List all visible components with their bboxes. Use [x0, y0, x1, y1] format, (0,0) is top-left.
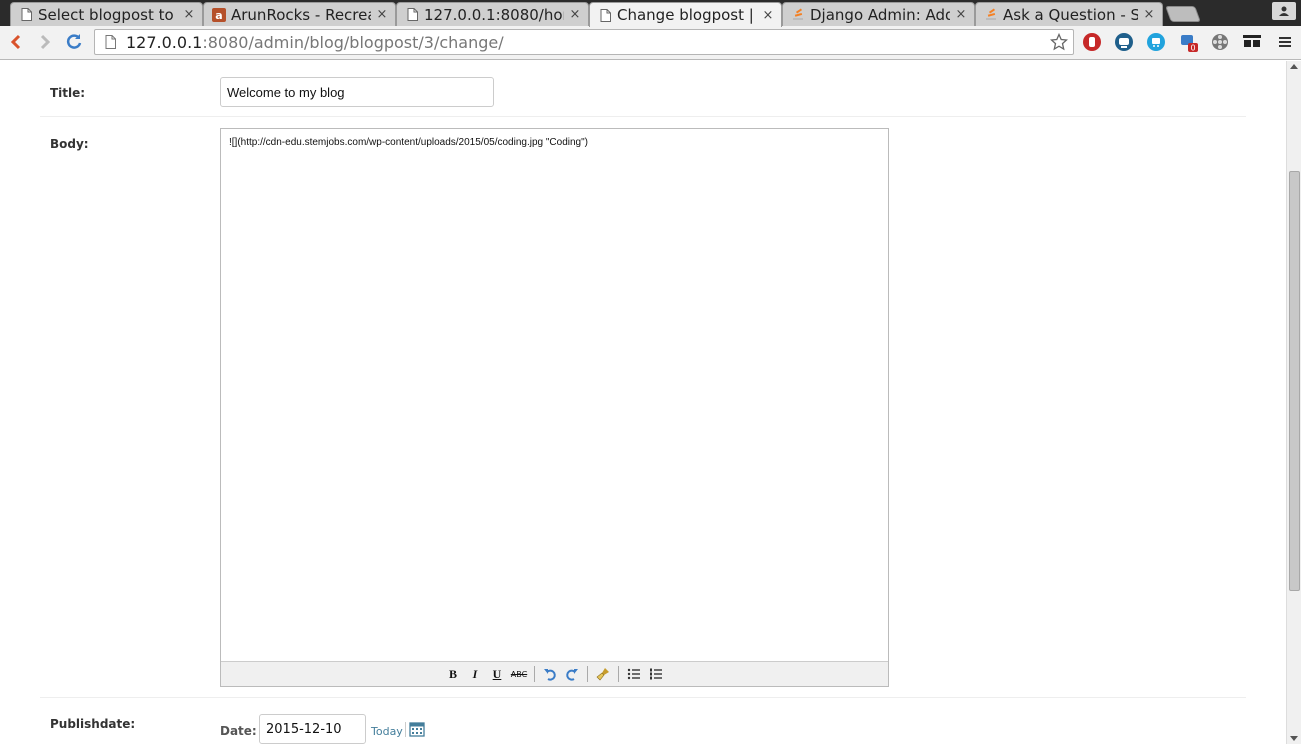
close-icon[interactable]: ×	[1142, 7, 1156, 22]
calendar-icon[interactable]	[409, 721, 425, 737]
forward-arrow-icon	[40, 34, 51, 50]
strikethrough-button[interactable]: ABC	[509, 664, 529, 684]
underline-button[interactable]: U	[487, 664, 507, 684]
page-icon	[405, 8, 419, 22]
bullet-list-icon	[627, 668, 640, 680]
form-row-body: Body: ![](http://cdn-edu.stemjobs.com/wp…	[40, 120, 1246, 698]
tab-select-blogpost[interactable]: Select blogpost to cl ×	[10, 2, 203, 26]
tab-strip: Select blogpost to cl × a ArunRocks - Re…	[0, 0, 1301, 27]
svg-text:a: a	[215, 9, 222, 22]
divider	[405, 722, 406, 737]
url-host: 127.0.0.1	[126, 32, 203, 52]
back-arrow-icon	[10, 34, 21, 50]
tab-title: Change blogpost | D	[617, 6, 757, 24]
train-icon[interactable]	[1114, 32, 1134, 52]
undo-icon	[544, 669, 556, 681]
profile-icon[interactable]	[1272, 2, 1296, 20]
redo-icon	[566, 669, 578, 681]
forward-button[interactable]	[34, 31, 56, 53]
numbered-list-button[interactable]	[646, 664, 666, 684]
browser-toolbar: 127.0.0.1:8080/admin/blog/blogpost/3/cha…	[0, 26, 1301, 60]
page-icon	[598, 8, 612, 22]
bullet-list-button[interactable]	[624, 664, 644, 684]
page-content: Title: Welcome to my blog Body: ![](http…	[0, 61, 1286, 744]
editor-toolbar: B I U ABC	[221, 661, 888, 686]
numbered-list-icon	[650, 668, 662, 680]
tab-change-blogpost[interactable]: Change blogpost | D ×	[589, 2, 782, 27]
italic-button[interactable]: I	[465, 664, 485, 684]
body-label: Body:	[50, 137, 89, 151]
bold-button[interactable]: B	[443, 664, 463, 684]
today-link[interactable]: Today	[371, 725, 403, 738]
address-bar[interactable]: 127.0.0.1:8080/admin/blog/blogpost/3/cha…	[94, 29, 1074, 55]
glasses-icon[interactable]	[1242, 32, 1262, 52]
form-row-publishdate: Publishdate: Date: 2015-12-10 Today	[40, 699, 1246, 744]
toolbar-divider	[587, 666, 588, 682]
extension-badge-count: 0	[1190, 44, 1195, 53]
tab-title: Ask a Question - Sta	[1003, 5, 1138, 24]
broom-icon	[596, 668, 609, 681]
menu-icon[interactable]	[1275, 32, 1295, 52]
adblock-icon[interactable]	[1082, 32, 1102, 52]
close-icon[interactable]: ×	[375, 7, 389, 22]
title-input[interactable]: Welcome to my blog	[220, 77, 494, 107]
back-button[interactable]	[5, 31, 27, 53]
publishdate-label: Publishdate:	[50, 717, 136, 731]
url-path: :8080/admin/blog/blogpost/3/change/	[202, 32, 504, 52]
reload-icon	[66, 34, 82, 49]
toolbar-divider	[618, 666, 619, 682]
reload-button[interactable]	[63, 31, 85, 53]
scrollbar-thumb[interactable]	[1289, 171, 1300, 591]
tab-django-admin-add[interactable]: Django Admin: Add ×	[782, 2, 975, 26]
new-tab-button[interactable]	[1165, 6, 1201, 22]
vertical-scrollbar[interactable]	[1286, 61, 1301, 744]
toolbar-divider	[534, 666, 535, 682]
url-text: 127.0.0.1:8080/admin/blog/blogpost/3/cha…	[126, 33, 504, 52]
undo-button[interactable]	[540, 664, 560, 684]
redo-button[interactable]	[562, 664, 582, 684]
close-icon[interactable]: ×	[182, 7, 196, 22]
tab-title: Django Admin: Add	[810, 5, 950, 24]
badge-extension-icon[interactable]: 0	[1178, 32, 1198, 52]
arunrocks-icon: a	[212, 7, 226, 22]
tab-ask-question[interactable]: Ask a Question - Sta ×	[975, 2, 1163, 26]
date-label: Date:	[220, 724, 257, 738]
scroll-down-arrow-icon[interactable]	[1290, 736, 1298, 741]
transit-icon[interactable]	[1146, 32, 1166, 52]
tab-localhost-home[interactable]: 127.0.0.1:8080/home ×	[396, 2, 589, 26]
tab-title: Select blogpost to cl	[38, 5, 178, 24]
form-row-title: Title: Welcome to my blog	[40, 61, 1246, 117]
page-icon	[102, 35, 118, 49]
date-input[interactable]: 2015-12-10	[259, 714, 366, 744]
scroll-up-arrow-icon[interactable]	[1290, 64, 1298, 69]
tab-arunrocks[interactable]: a ArunRocks - Recreat ×	[203, 2, 396, 26]
tab-title: 127.0.0.1:8080/home	[424, 5, 564, 24]
film-reel-icon[interactable]	[1210, 32, 1230, 52]
stackoverflow-icon	[984, 7, 998, 22]
close-icon[interactable]: ×	[761, 8, 775, 23]
close-icon[interactable]: ×	[568, 7, 582, 22]
stackoverflow-icon	[791, 7, 805, 22]
title-label: Title:	[50, 86, 86, 100]
tab-title: ArunRocks - Recreat	[231, 5, 371, 24]
bookmark-star-icon[interactable]	[1049, 32, 1069, 52]
close-icon[interactable]: ×	[954, 7, 968, 22]
clean-format-button[interactable]	[593, 664, 613, 684]
body-textarea[interactable]: ![](http://cdn-edu.stemjobs.com/wp-conte…	[229, 137, 588, 148]
page-icon	[19, 8, 33, 22]
body-editor: ![](http://cdn-edu.stemjobs.com/wp-conte…	[220, 128, 889, 687]
